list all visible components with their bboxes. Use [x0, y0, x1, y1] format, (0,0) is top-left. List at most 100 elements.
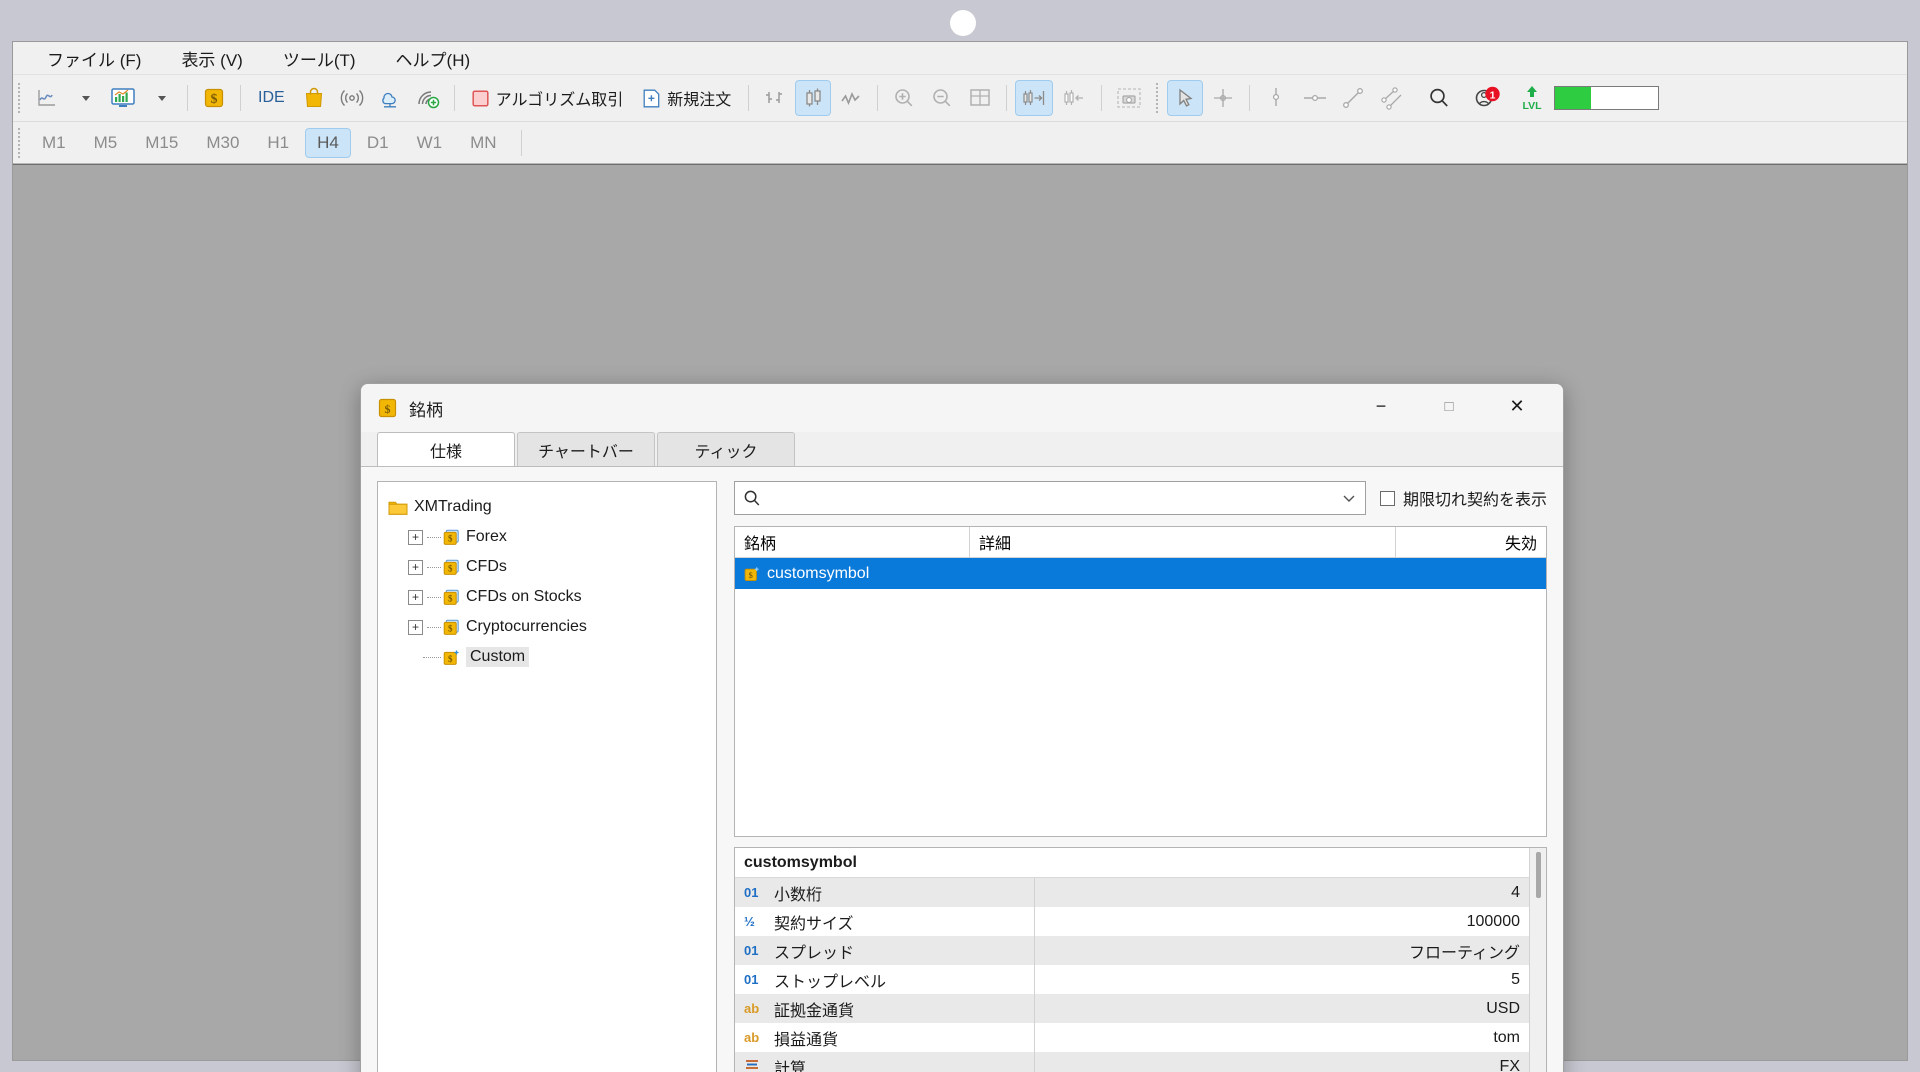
market-button[interactable]: [296, 80, 332, 116]
level-indicator-button[interactable]: LVL: [1513, 80, 1551, 116]
ide-button[interactable]: IDE: [249, 80, 294, 116]
dialog-minimize-button[interactable]: −: [1355, 384, 1407, 428]
tree-item-forex[interactable]: + $ Forex: [386, 522, 708, 552]
toolbar-drag-handle-2[interactable]: [1155, 83, 1161, 113]
algo-trading-button[interactable]: アルゴリズム取引: [463, 80, 633, 116]
property-row-margin-currency[interactable]: ab 証拠金通貨 USD: [735, 994, 1529, 1023]
cell-symbol-label: customsymbol: [767, 564, 870, 582]
line-chart-button[interactable]: [833, 80, 869, 116]
tab-specification[interactable]: 仕様: [377, 432, 515, 466]
cell-symbol: $ customsymbol: [735, 558, 970, 589]
trendline-button[interactable]: [1336, 80, 1372, 116]
expand-plus-icon[interactable]: +: [408, 559, 423, 575]
timeframe-mn[interactable]: MN: [458, 128, 508, 158]
timeframe-h4[interactable]: H4: [305, 127, 351, 158]
add-signal-button[interactable]: [410, 80, 446, 116]
tree-item-cfds[interactable]: + $ CFDs: [386, 552, 708, 582]
channel-button[interactable]: [1374, 80, 1412, 116]
dialog-close-button[interactable]: ✕: [1491, 384, 1543, 428]
symbols-dialog: $ 銘柄 − □ ✕ 仕様 チャートバー ティック XMTrading + $ …: [360, 383, 1564, 1072]
new-chart-dropdown[interactable]: [67, 80, 103, 116]
property-name: 01 スプレッド: [735, 936, 1035, 965]
signals-button[interactable]: [334, 80, 370, 116]
symbol-properties-panel[interactable]: customsymbol 01 小数桁 4 ½ 契約サイズ 100000 01 …: [734, 847, 1547, 1072]
tree-root-label: XMTrading: [414, 498, 492, 515]
property-row-contract-size[interactable]: ½ 契約サイズ 100000: [735, 907, 1529, 936]
timeframe-d1[interactable]: D1: [355, 128, 401, 158]
grid-tile-icon: [970, 89, 990, 106]
symbols-right-column: 期限切れ契約を表示 銘柄 詳細 失効 $ customsymbol custom…: [734, 481, 1547, 1072]
vertical-line-button[interactable]: [1258, 80, 1294, 116]
chart-workspace[interactable]: $ 銘柄 − □ ✕ 仕様 チャートバー ティック XMTrading + $ …: [13, 164, 1907, 1072]
column-header-symbol[interactable]: 銘柄: [735, 527, 970, 557]
symbol-tree[interactable]: XMTrading + $ Forex + $ CFDs + $ CFDs on…: [377, 481, 717, 1072]
profiles-dropdown[interactable]: [143, 80, 179, 116]
scrollbar-thumb[interactable]: [1535, 852, 1541, 898]
expand-plus-icon[interactable]: +: [408, 619, 423, 635]
tree-item-cryptocurrencies[interactable]: + $ Cryptocurrencies: [386, 612, 708, 642]
property-row-calculation[interactable]: 計算 FX: [735, 1052, 1529, 1072]
horizontal-line-button[interactable]: [1296, 80, 1334, 116]
chevron-down-icon[interactable]: [1341, 490, 1357, 506]
timeframe-m5[interactable]: M5: [82, 128, 130, 158]
new-chart-button[interactable]: [29, 80, 65, 116]
timeframe-bar: M1 M5 M15 M30 H1 H4 D1 W1 MN: [13, 122, 1907, 164]
property-row-spread[interactable]: 01 スプレッド フローティング: [735, 936, 1529, 965]
column-header-detail[interactable]: 詳細: [970, 527, 1396, 557]
bar-chart-button[interactable]: [757, 80, 793, 116]
vps-button[interactable]: [372, 80, 408, 116]
candlestick-chart-button[interactable]: [795, 80, 832, 116]
search-input[interactable]: [767, 489, 1335, 507]
timeframe-m15[interactable]: M15: [133, 128, 190, 158]
menu-item-view[interactable]: 表示 (V): [161, 43, 262, 74]
dialog-tabs: 仕様 チャートバー ティック: [361, 432, 1563, 466]
property-label: ストップレベル: [774, 973, 887, 991]
tab-ticks[interactable]: ティック: [657, 432, 795, 466]
dialog-title-bar[interactable]: $ 銘柄 − □ ✕: [361, 384, 1563, 432]
symbol-search-box[interactable]: [734, 481, 1366, 515]
notification-badge-icon: 1: [1475, 86, 1500, 107]
profiles-button[interactable]: [105, 80, 141, 116]
dialog-maximize-button[interactable]: □: [1423, 384, 1475, 428]
property-row-stop-level[interactable]: 01 ストップレベル 5: [735, 965, 1529, 994]
timeframe-h1[interactable]: H1: [255, 128, 301, 158]
crosshair-tool-button[interactable]: [1205, 80, 1241, 116]
tab-chart-bars[interactable]: チャートバー: [517, 432, 655, 466]
menu-item-file[interactable]: ファイル (F): [27, 43, 161, 74]
menu-item-tools[interactable]: ツール(T): [263, 43, 376, 74]
expand-plus-icon[interactable]: +: [408, 529, 423, 545]
property-row-profit-currency[interactable]: ab 損益通貨 tom: [735, 1023, 1529, 1052]
stop-square-icon: [472, 89, 489, 107]
timeframe-m30[interactable]: M30: [194, 128, 251, 158]
table-row[interactable]: $ customsymbol: [735, 558, 1546, 589]
symbols-button[interactable]: $: [196, 80, 232, 116]
property-label: 小数桁: [774, 886, 823, 904]
shift-end-button[interactable]: [1015, 80, 1054, 116]
column-header-expiry[interactable]: 失効: [1396, 527, 1546, 557]
show-expired-checkbox[interactable]: 期限切れ契約を表示: [1379, 486, 1547, 510]
new-order-button[interactable]: 新規注文: [634, 80, 740, 116]
zoom-in-button[interactable]: [886, 80, 922, 116]
menu-item-help[interactable]: ヘルプ(H): [376, 43, 491, 74]
checkbox-box[interactable]: [1379, 490, 1395, 506]
expand-plus-icon[interactable]: +: [408, 589, 423, 605]
timeframe-drag-handle[interactable]: [17, 127, 22, 158]
screenshot-button[interactable]: [1110, 80, 1148, 116]
property-row-digits[interactable]: 01 小数桁 4: [735, 878, 1529, 907]
timeframe-w1[interactable]: W1: [405, 128, 455, 158]
dialog-title: 銘柄: [409, 400, 443, 420]
auto-scroll-button[interactable]: [1055, 80, 1093, 116]
symbol-table[interactable]: 銘柄 詳細 失効 $ customsymbol: [734, 526, 1547, 837]
toolbar-drag-handle[interactable]: [17, 83, 22, 113]
notifications-button[interactable]: 1: [1466, 80, 1508, 116]
tile-windows-button[interactable]: [962, 80, 998, 116]
properties-scrollbar[interactable]: [1529, 848, 1546, 1072]
cursor-tool-button[interactable]: [1167, 80, 1204, 116]
search-tool-button[interactable]: [1421, 80, 1457, 116]
tree-item-custom[interactable]: $ Custom: [386, 642, 708, 672]
zoom-out-button[interactable]: [924, 80, 960, 116]
timeframe-m1[interactable]: M1: [30, 128, 78, 158]
shopping-bag-icon: [305, 87, 322, 108]
tree-item-cfds-on-stocks[interactable]: + $ CFDs on Stocks: [386, 582, 708, 612]
tree-root-xmtrading[interactable]: XMTrading: [386, 492, 708, 522]
